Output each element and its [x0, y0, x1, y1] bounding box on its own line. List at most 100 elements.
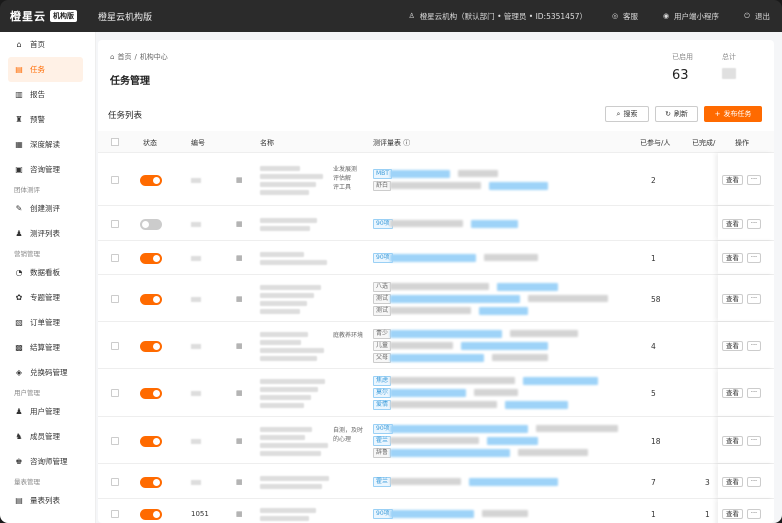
sidebar-item[interactable]: ♚ 咨询师管理 [0, 449, 95, 474]
view-button[interactable]: 查看 [722, 435, 743, 446]
sidebar-item[interactable]: ▤ 量表列表 [0, 488, 95, 513]
status-toggle[interactable] [140, 435, 162, 447]
scale-tag[interactable]: 霍兰 [373, 476, 392, 487]
sidebar-item[interactable]: ♞ 成员管理 [0, 424, 95, 449]
row-checkbox[interactable] [111, 294, 119, 303]
row-checkbox[interactable] [111, 219, 119, 228]
status-toggle[interactable] [140, 476, 162, 488]
row-checkbox[interactable] [111, 254, 119, 262]
task-name-redacted [260, 189, 309, 195]
select-all-checkbox[interactable] [111, 138, 119, 146]
more-button[interactable]: ··· [747, 509, 761, 519]
sidebar-item[interactable]: ✎ 创建测评 [0, 196, 95, 221]
table-row[interactable]: ▦ 霍兰 7 3 查看 ··· [98, 464, 774, 499]
view-button[interactable]: 查看 [722, 340, 743, 351]
status-toggle[interactable] [140, 218, 162, 230]
service-link[interactable]: ◎ 客服 [611, 11, 638, 22]
more-button[interactable]: ··· [747, 340, 761, 351]
table-row[interactable]: ▦ 自测，及时 的心理 90项 霍兰 辞鲁 18 查看 ··· [98, 417, 774, 464]
search-button[interactable]: ⌕ 搜索 [605, 106, 649, 122]
mini-program-link[interactable]: ◉ 用户端小程序 [662, 11, 719, 22]
scale-tag[interactable]: 儿童 [373, 340, 392, 351]
scale-tag[interactable]: 辞鲁 [373, 447, 392, 458]
scale-tag[interactable]: 霍兰 [373, 435, 392, 446]
publish-task-button[interactable]: + 发布任务 [704, 106, 762, 122]
more-button[interactable]: ··· [747, 218, 761, 229]
more-button[interactable]: ··· [747, 476, 761, 487]
scale-tag[interactable]: 舒白 [373, 180, 392, 191]
view-button[interactable]: 查看 [722, 388, 743, 398]
table-row[interactable]: 1051 ▦ 90项 1 1 查看 ··· [98, 499, 774, 523]
breadcrumb-current[interactable]: 机构中心 [140, 52, 168, 62]
refresh-button[interactable]: ↻ 刷新 [655, 106, 698, 122]
row-checkbox[interactable] [111, 389, 119, 397]
sidebar-item[interactable]: ♟ 测评列表 [0, 221, 95, 246]
sidebar-item-label: 结算管理 [30, 343, 60, 352]
scale-tag[interactable]: 测试 [373, 305, 392, 316]
qrcode-icon[interactable]: ▦ [236, 389, 244, 397]
row-checkbox[interactable] [111, 341, 119, 350]
view-button[interactable]: 查看 [722, 218, 743, 229]
account-info[interactable]: ♙ 橙星云机构（默认部门 • 管理员 • ID:5351457） [408, 11, 587, 22]
sidebar-item[interactable]: ◔ 数据看板 [0, 260, 95, 285]
table-row[interactable]: ▦ 庭教养环境 青少 儿童 父母 4 查看 ··· [98, 322, 774, 369]
qrcode-icon[interactable]: ▦ [236, 254, 244, 262]
row-checkbox[interactable] [111, 175, 119, 184]
view-button[interactable]: 查看 [722, 509, 743, 519]
sidebar-item-label: 创建测评 [30, 204, 60, 213]
scale-tag[interactable]: 测试 [373, 293, 392, 304]
scale-tag[interactable]: 莫尔 [373, 388, 392, 398]
view-button[interactable]: 查看 [722, 174, 743, 185]
sidebar-item[interactable]: ▩ 结算管理 [0, 335, 95, 360]
scale-tag[interactable]: 爱情 [373, 400, 392, 410]
sidebar-item[interactable]: ⌂ 首页 [0, 32, 95, 57]
table-row[interactable]: ▦ 90项 查看 ··· [98, 206, 774, 241]
scale-tag[interactable]: 父母 [373, 352, 392, 363]
qrcode-icon[interactable]: ▦ [236, 220, 244, 228]
sidebar-item[interactable]: ▧ 订单管理 [0, 310, 95, 335]
more-button[interactable]: ··· [747, 174, 761, 185]
row-checkbox[interactable] [111, 510, 119, 518]
sidebar-item[interactable]: ✿ 专题管理 [0, 285, 95, 310]
sidebar-item[interactable]: ♜ 预警 [0, 107, 95, 132]
view-button[interactable]: 查看 [722, 476, 743, 487]
scale-tag[interactable]: 焦虑 [373, 376, 392, 386]
status-toggle[interactable] [140, 509, 162, 520]
status-toggle[interactable] [140, 293, 162, 305]
sidebar-item[interactable]: ▦ 深度解读 [0, 132, 95, 157]
scale-tag[interactable]: 八选 [373, 281, 392, 292]
row-checkbox[interactable] [111, 477, 119, 486]
more-button[interactable]: ··· [747, 253, 761, 263]
more-button[interactable]: ··· [747, 435, 761, 446]
row-checkbox[interactable] [111, 436, 119, 445]
info-icon[interactable]: ⓘ [401, 139, 410, 147]
sidebar-item[interactable]: ▥ 报告 [0, 82, 95, 107]
breadcrumb-home[interactable]: 首页 [117, 52, 131, 62]
status-toggle[interactable] [140, 340, 162, 352]
sidebar-item[interactable]: ◈ 兑换码管理 [0, 360, 95, 385]
qrcode-icon[interactable]: ▦ [236, 342, 244, 350]
sidebar-item[interactable]: ▤ 任务 [8, 57, 83, 82]
table-row[interactable]: ▦ 焦虑 莫尔 爱情 5 查看 ··· [98, 369, 774, 417]
sidebar-item[interactable]: ♟ 用户管理 [0, 399, 95, 424]
task-name-fragment: 评估解 [333, 174, 352, 182]
view-button[interactable]: 查看 [722, 253, 743, 263]
table-row[interactable]: ▦ 八选 测试 测试 58 查看 ··· [98, 275, 774, 322]
qrcode-icon[interactable]: ▦ [236, 176, 244, 184]
table-row[interactable]: ▦ 90项 1 查看 ··· [98, 241, 774, 275]
view-button[interactable]: 查看 [722, 293, 743, 304]
logo[interactable]: 橙星云 机构版 [0, 8, 98, 24]
status-toggle[interactable] [140, 388, 162, 399]
logout-button[interactable]: ⏻ 退出 [743, 11, 770, 22]
status-toggle[interactable] [140, 253, 162, 264]
table-row[interactable]: ▦ 业发展测 评估解 评工具 MBT 舒白 2 查看 ··· [98, 153, 774, 206]
scale-tag[interactable]: 青少 [373, 328, 392, 339]
qrcode-icon[interactable]: ▦ [236, 437, 244, 445]
sidebar-item[interactable]: ▣ 咨询管理 [0, 157, 95, 182]
qrcode-icon[interactable]: ▦ [236, 510, 244, 518]
more-button[interactable]: ··· [747, 388, 761, 398]
more-button[interactable]: ··· [747, 293, 761, 304]
status-toggle[interactable] [140, 174, 162, 186]
qrcode-icon[interactable]: ▦ [236, 295, 244, 303]
qrcode-icon[interactable]: ▦ [236, 478, 244, 486]
